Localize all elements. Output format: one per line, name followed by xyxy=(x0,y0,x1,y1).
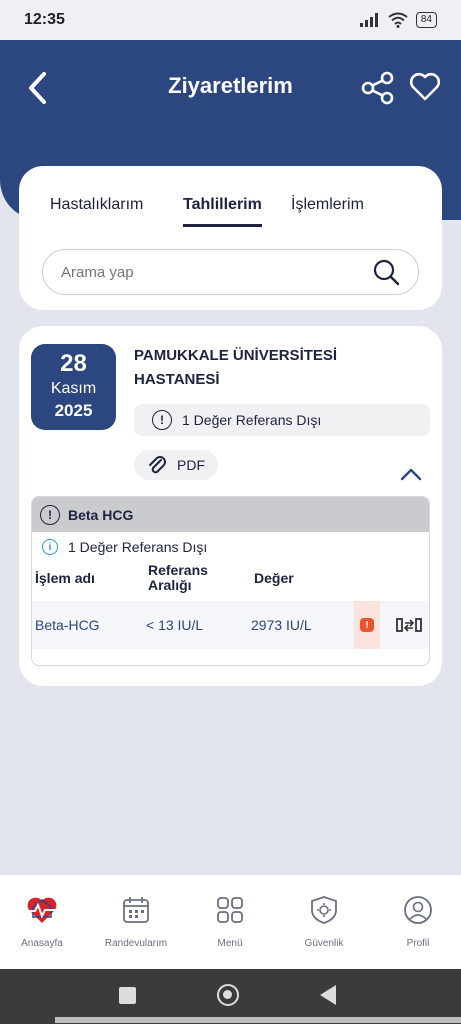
bottom-navigation: Anasayfa Randevularım Menü Güvenlik Prof… xyxy=(0,875,461,969)
calendar-icon xyxy=(123,897,149,923)
system-nav-bar xyxy=(0,969,461,1024)
nav-label: Menü xyxy=(217,938,243,949)
row-value: 2973 IU/L xyxy=(251,617,312,633)
exclamation-icon: ! xyxy=(152,410,172,430)
nav-randevularim[interactable]: Randevularım xyxy=(96,895,176,949)
system-back-icon[interactable] xyxy=(320,985,336,1005)
tab-hastaliklarim[interactable]: Hastalıklarım xyxy=(50,196,143,214)
test-detail-panel: ! Beta HCG i 1 Değer Referans Dışı İşlem… xyxy=(31,496,430,666)
nav-menu[interactable]: Menü xyxy=(190,895,270,949)
signal-icon xyxy=(359,13,378,27)
pdf-label: PDF xyxy=(177,457,205,473)
nav-anasayfa[interactable]: Anasayfa xyxy=(2,895,82,949)
nav-label: Profil xyxy=(406,938,430,949)
test-info: i 1 Değer Referans Dışı xyxy=(42,539,207,555)
table-row: Beta-HCG < 13 IU/L 2973 IU/L ! xyxy=(32,601,429,649)
pdf-button[interactable]: PDF xyxy=(134,450,218,480)
visit-date: 28 Kasım 2025 xyxy=(31,344,116,430)
out-of-range-text: 1 Değer Referans Dışı xyxy=(182,412,322,428)
tabs-card: Hastalıklarım Tahlillerim İşlemlerim xyxy=(19,166,442,310)
home-icon[interactable] xyxy=(217,984,239,1006)
col-header-reference-line1: Referans xyxy=(148,562,208,578)
search-icon[interactable] xyxy=(372,258,400,286)
tab-bar: Hastalıklarım Tahlillerim İşlemlerim xyxy=(19,196,442,236)
visit-card[interactable]: 28 Kasım 2025 PAMUKKALE ÜNİVERSİTESİ HAS… xyxy=(19,326,442,686)
chevron-up-icon[interactable] xyxy=(399,466,423,482)
row-test-name: Beta-HCG xyxy=(35,617,100,633)
info-icon: i xyxy=(42,539,58,555)
paperclip-icon xyxy=(149,456,166,474)
tab-islemlerim[interactable]: İşlemlerim xyxy=(291,196,364,214)
test-name: Beta HCG xyxy=(68,506,134,523)
nav-label: Güvenlik xyxy=(304,938,344,949)
recents-icon[interactable] xyxy=(119,987,136,1004)
nav-profil[interactable]: Profil xyxy=(378,895,458,949)
search-box xyxy=(42,249,419,295)
battery-indicator: 84 xyxy=(415,12,437,28)
alert-icon: ! xyxy=(360,618,374,632)
row-reference: < 13 IU/L xyxy=(146,617,204,633)
visit-year: 2025 xyxy=(54,401,93,420)
wifi-icon xyxy=(388,12,408,28)
search-input[interactable] xyxy=(61,263,341,281)
user-icon xyxy=(404,896,432,924)
col-header-value: Değer xyxy=(254,570,294,586)
nav-guvenlik[interactable]: Güvenlik xyxy=(284,895,364,949)
status-bar: 12:35 84 xyxy=(0,0,461,40)
favorite-heart-icon[interactable] xyxy=(408,70,442,104)
nav-label: Randevularım xyxy=(104,938,168,949)
status-time: 12:35 xyxy=(24,11,65,28)
shield-gear-icon xyxy=(311,896,337,924)
compare-icon[interactable] xyxy=(396,615,422,635)
col-header-reference: Referans Aralığı xyxy=(148,563,208,593)
visit-day: 28 xyxy=(60,350,87,377)
col-header-reference-line2: Aralığı xyxy=(148,577,192,593)
hospital-name: PAMUKKALE ÜNİVERSİTESİ HASTANESİ xyxy=(134,347,338,388)
share-icon[interactable] xyxy=(360,70,396,106)
home-heart-icon xyxy=(27,897,57,923)
visit-month: Kasım xyxy=(50,380,97,397)
test-header[interactable]: ! Beta HCG xyxy=(32,497,429,532)
nav-label: Anasayfa xyxy=(21,938,63,949)
grid-icon xyxy=(217,897,243,923)
tab-tahlillerim[interactable]: Tahlillerim xyxy=(183,196,262,227)
app-header: Ziyaretlerim xyxy=(0,40,461,136)
exclamation-icon: ! xyxy=(40,504,60,525)
test-info-text: 1 Değer Referans Dışı xyxy=(68,539,208,555)
gesture-bar xyxy=(55,1017,461,1023)
out-of-range-alert-button[interactable]: ! xyxy=(354,601,380,649)
col-header-name: İşlem adı xyxy=(35,570,95,586)
out-of-range-badge: ! 1 Değer Referans Dışı xyxy=(134,404,430,436)
status-icons: 84 xyxy=(359,12,437,28)
